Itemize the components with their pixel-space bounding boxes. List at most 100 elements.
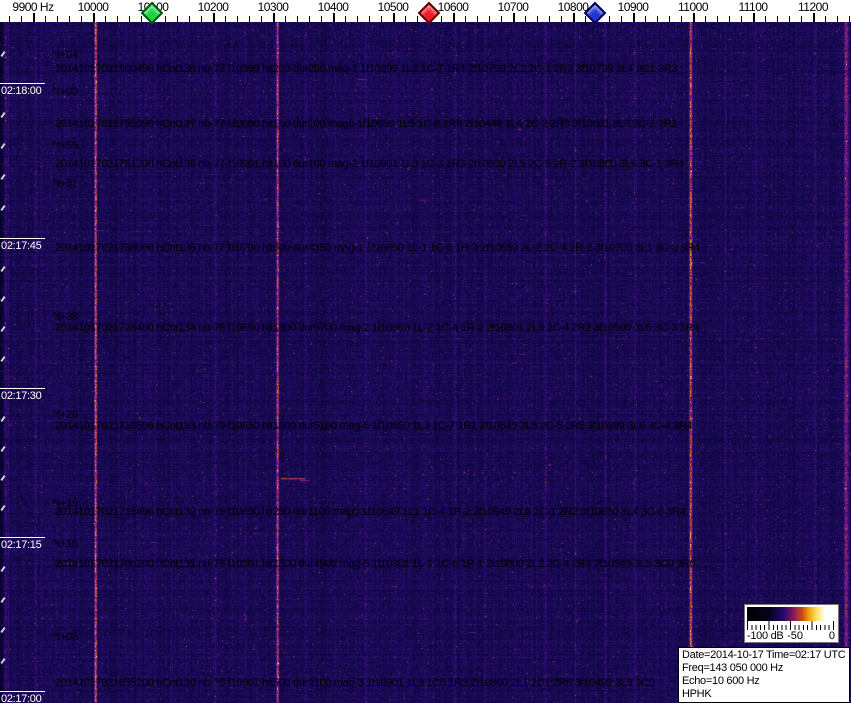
echo-detail-line: 20141017021728400 hCnt134 nb-78 f10650 h… <box>55 322 699 334</box>
freq-tick <box>525 16 526 22</box>
freq-tick <box>273 13 275 22</box>
info-frequency: Freq=143 050 000 Hz <box>682 662 784 674</box>
freq-tick <box>225 16 226 22</box>
freq-tick <box>333 13 335 22</box>
freq-tick <box>705 16 706 22</box>
echo-detail-line: 20141017021706200 hCnt131 nb-78 f10301 h… <box>55 558 696 570</box>
time-label: 02:17:30 <box>1 390 42 402</box>
observation-info-box: Date=2014-10-17 Time=02:17 UTC Freq=143 … <box>678 647 850 703</box>
freq-tick <box>117 16 118 22</box>
freq-tick <box>57 16 58 22</box>
db-label-max: 0 <box>828 630 835 642</box>
freq-tick <box>201 16 202 22</box>
time-major-tick <box>0 537 45 538</box>
freq-tick <box>237 16 238 22</box>
freq-tick <box>777 16 778 22</box>
freq-tick <box>549 16 550 22</box>
freq-tick <box>645 16 646 22</box>
db-label-min: -100 dB <box>747 630 784 642</box>
freq-tick <box>609 16 610 22</box>
freq-tick <box>561 16 562 22</box>
freq-tick <box>849 16 850 22</box>
freq-tick <box>33 13 35 22</box>
freq-tick <box>441 16 442 22</box>
time-major-tick <box>0 388 45 389</box>
db-label-mid: -50 <box>787 630 803 642</box>
freq-tick <box>297 16 298 22</box>
freq-tick <box>753 13 755 22</box>
colorbar-labels: -100 dB -50 0 <box>747 630 836 642</box>
frequency-ruler: 9900 Hz100001010010200103001040010500106… <box>0 0 851 25</box>
freq-tick <box>477 16 478 22</box>
freq-label: 10300 <box>257 0 289 14</box>
time-label: 02:18:00 <box>1 85 42 97</box>
freq-label: 10500 <box>377 0 409 14</box>
freq-tick <box>321 16 322 22</box>
freq-tick <box>813 13 815 22</box>
echo-detail-line: 20141017021755096 hCnt137 nb-77 f10650 h… <box>55 118 678 130</box>
time-offset-label: ^t+15 <box>52 538 78 550</box>
freq-label: 11100 <box>738 0 768 14</box>
info-date-time: Date=2014-10-17 Time=02:17 UTC <box>682 649 846 661</box>
freq-label: 11000 <box>678 0 708 14</box>
freq-tick <box>165 16 166 22</box>
time-label: 02:17:15 <box>1 539 42 551</box>
freq-tick <box>489 16 490 22</box>
freq-tick <box>741 16 742 22</box>
freq-label: 10200 <box>197 0 229 14</box>
freq-tick <box>717 16 718 22</box>
freq-tick <box>261 16 262 22</box>
freq-tick <box>669 16 670 22</box>
freq-tick <box>285 16 286 22</box>
freq-tick <box>501 16 502 22</box>
freq-label: 10700 <box>497 0 529 14</box>
time-major-tick <box>0 691 45 692</box>
freq-tick <box>393 13 395 22</box>
echo-detail-line: 20141017021715496 hCnt132 nb-79 f10650 h… <box>55 506 686 518</box>
freq-tick <box>45 16 46 22</box>
freq-tick <box>309 16 310 22</box>
time-major-tick <box>0 83 45 84</box>
freq-tick <box>369 16 370 22</box>
time-major-tick <box>0 238 45 239</box>
freq-tick <box>357 16 358 22</box>
freq-tick <box>177 16 178 22</box>
freq-tick <box>417 16 418 22</box>
freq-tick <box>141 16 142 22</box>
freq-tick <box>537 16 538 22</box>
time-offset-label: ^t+04 <box>52 49 78 61</box>
freq-tick <box>729 16 730 22</box>
echo-detail-line: 20141017021800496 hCnt138 nb-78 f10399 h… <box>55 63 678 75</box>
freq-tick <box>381 16 382 22</box>
freq-label: 10000 <box>77 0 109 14</box>
freq-tick <box>765 16 766 22</box>
echo-detail-line: 20141017021751200 hCnt136 nb-77 f10901 h… <box>55 158 684 170</box>
freq-tick <box>9 16 10 22</box>
freq-tick <box>69 16 70 22</box>
freq-tick <box>657 16 658 22</box>
freq-tick <box>633 13 635 22</box>
freq-tick <box>105 16 106 22</box>
time-offset-label: ^t+51 <box>52 178 78 190</box>
colorbar-gradient <box>747 607 836 621</box>
info-echo: Echo=10 600 Hz <box>682 675 760 687</box>
echo-detail-line: 20141017021738096 hCnt135 nb-77 f10700 h… <box>55 242 700 254</box>
time-label: 02:17:45 <box>1 240 42 252</box>
freq-tick <box>573 13 575 22</box>
freq-label: 10900 <box>617 0 649 14</box>
freq-tick <box>825 16 826 22</box>
echo-detail-line: 20141017021655200 hCnt130 nb-78 f10901 h… <box>55 677 655 689</box>
echo-detail-line: 20141017021719596 hCnt133 nb-79 f10650 h… <box>55 420 693 432</box>
freq-tick <box>189 16 190 22</box>
freq-tick <box>801 16 802 22</box>
freq-tick <box>249 16 250 22</box>
freq-tick <box>513 13 515 22</box>
freq-tick <box>81 16 82 22</box>
freq-tick <box>405 16 406 22</box>
spectrogram-app: 9900 Hz100001010010200103001040010500106… <box>0 0 851 703</box>
freq-tick <box>345 16 346 22</box>
freq-tick <box>453 13 455 22</box>
time-offset-label: ^t+55 <box>52 140 78 152</box>
freq-tick <box>585 16 586 22</box>
freq-tick <box>621 16 622 22</box>
